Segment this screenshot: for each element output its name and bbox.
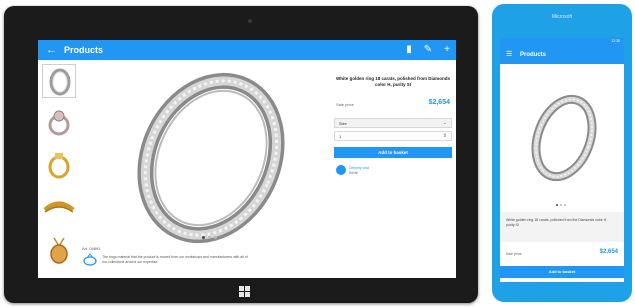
page-dot[interactable] — [214, 236, 217, 239]
phone-price-label: Sale price — [506, 252, 522, 256]
article-number: Art. 04891 — [82, 246, 101, 251]
ring-outline-icon — [83, 253, 97, 266]
hamburger-menu-icon[interactable]: ☰ — [506, 50, 512, 59]
status-bar: 12:38 — [500, 38, 624, 46]
thumbnail-gold-pendant[interactable] — [42, 232, 76, 266]
phone-screen: 12:38 ☰ Products White golden ring 18 ca… — [500, 38, 624, 282]
windows-logo-icon[interactable] — [239, 286, 251, 298]
app-bar: ← Products ▮ ✎ + — [38, 40, 456, 60]
add-icon[interactable]: + — [444, 43, 450, 57]
status-time: 12:38 — [611, 39, 620, 43]
thumbnail-silver-ring[interactable] — [42, 64, 76, 98]
ring-image — [49, 68, 71, 96]
quantity-stepper[interactable]: 1 ⇕ — [334, 131, 452, 141]
page-title: Products — [64, 45, 104, 55]
gallery-pagination[interactable] — [202, 236, 217, 239]
delivery-info[interactable]: Delivery cost Retail — [334, 165, 452, 179]
size-select-value: Size — [339, 121, 347, 126]
page-dot[interactable] — [208, 236, 211, 239]
phone-add-to-cart-button[interactable]: Add to basket — [500, 266, 624, 278]
phone-page-title: Products — [520, 52, 547, 58]
edit-icon[interactable]: ✎ — [424, 43, 432, 57]
price-row: Sale price $2,654 — [334, 98, 452, 112]
thumbnail-gold-bracelet[interactable] — [42, 190, 76, 224]
phone-description: White golden ring 18 carats, polished fr… — [500, 212, 624, 242]
tablet-screen: ← Products ▮ ✎ + Art. 04891 The rings ma… — [38, 40, 456, 278]
product-title: White golden ring 18 carats, polished fr… — [335, 76, 451, 87]
phone-device: Microsoft 12:38 ☰ Products White golden … — [492, 4, 632, 302]
phone-description-text: White golden ring 18 carats, polished fr… — [506, 218, 608, 227]
back-arrow-icon[interactable]: ← — [46, 43, 57, 57]
product-main-image — [137, 72, 285, 244]
phone-price-value: $2,654 — [599, 249, 618, 255]
delivery-title[interactable]: Delivery cost — [349, 166, 369, 170]
size-select[interactable]: Size ⌄ — [334, 118, 452, 128]
chevron-down-icon: ⌄ — [442, 120, 447, 126]
delivery-icon — [336, 165, 346, 175]
page-dot[interactable] — [556, 204, 558, 206]
page-dot[interactable] — [202, 236, 205, 239]
page-dot[interactable] — [564, 204, 566, 206]
quantity-value: 1 — [339, 134, 342, 139]
phone-app-bar: ☰ Products — [500, 46, 624, 64]
stepper-arrows-icon[interactable]: ⇕ — [443, 133, 447, 139]
tablet-device: ← Products ▮ ✎ + Art. 04891 The rings ma… — [4, 6, 478, 303]
add-to-cart-button[interactable]: Add to basket — [334, 147, 452, 158]
pendant-image — [50, 237, 68, 264]
phone-product-image — [531, 94, 597, 182]
product-description: The rings material that the product is m… — [102, 255, 248, 264]
bookmark-icon[interactable]: ▮ — [406, 43, 412, 57]
page-dot[interactable] — [560, 204, 562, 206]
thumbnail-list — [42, 64, 78, 274]
bracelet-image — [43, 201, 75, 213]
thumbnail-rose-ring[interactable] — [42, 106, 76, 140]
price-label: Sale price — [336, 102, 354, 107]
delivery-subtitle: Retail — [349, 171, 358, 175]
phone-price-row: Sale price $2,654 — [500, 246, 624, 264]
ring-image — [48, 110, 70, 136]
product-details-panel: White golden ring 18 carats, polished fr… — [334, 76, 452, 179]
phone-brand: Microsoft — [551, 14, 573, 20]
ring-image — [48, 153, 70, 179]
price-value: $2,654 — [428, 99, 450, 106]
appbar-actions: ▮ ✎ + — [406, 43, 450, 57]
phone-gallery-pagination[interactable] — [556, 204, 566, 206]
camera-icon — [248, 19, 252, 23]
thumbnail-gold-ring[interactable] — [42, 148, 76, 182]
